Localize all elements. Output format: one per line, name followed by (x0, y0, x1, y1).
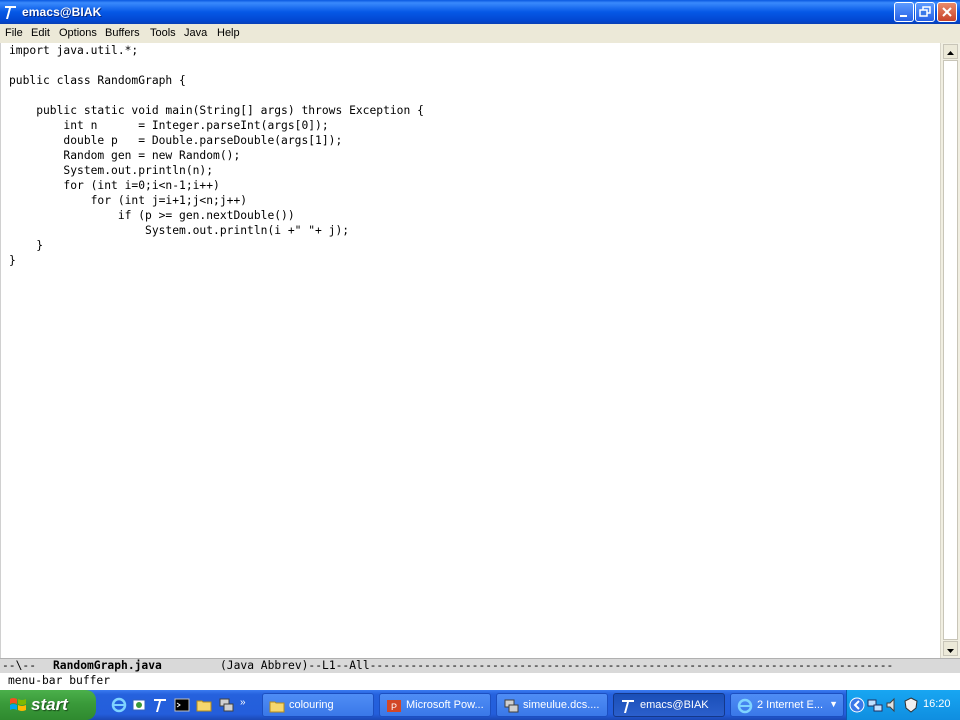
menu-buffers[interactable]: Buffers (105, 26, 140, 40)
svg-text:P: P (391, 702, 397, 712)
folder-launcher-icon[interactable] (196, 697, 212, 713)
start-button[interactable]: start (0, 690, 96, 720)
folder-icon (269, 701, 285, 713)
code-line: if (p >= gen.nextDouble()) (9, 209, 295, 222)
system-tray: 16:20 (846, 690, 960, 720)
putty-icon (504, 699, 519, 713)
security-center-icon[interactable] (903, 697, 919, 713)
arrow-up-icon (947, 51, 954, 55)
task-button-emacs[interactable]: emacs@BIAK (613, 693, 725, 717)
task-label: colouring (289, 699, 334, 711)
minimize-button[interactable] (894, 2, 914, 22)
code-line: System.out.println(n); (9, 164, 214, 177)
internet-explorer-icon[interactable] (111, 697, 127, 713)
code-line: for (int i=0;i<n-1;i++) (9, 179, 220, 192)
close-icon (942, 7, 952, 17)
code-line: Random gen = new Random(); (9, 149, 241, 162)
task-label: emacs@BIAK (640, 699, 709, 711)
clock[interactable]: 16:20 (923, 698, 951, 710)
start-label: start (31, 695, 68, 714)
network-icon[interactable] (867, 697, 883, 713)
volume-icon[interactable] (885, 697, 901, 713)
close-button[interactable] (937, 2, 957, 22)
restore-icon (919, 6, 931, 17)
code-line: double p = Double.parseDouble(args[1]); (9, 134, 343, 147)
code-line: for (int j=i+1;j<n;j++) (9, 194, 248, 207)
code-line: import java.util.*; (9, 44, 139, 57)
menu-java[interactable]: Java (184, 26, 207, 40)
title-bar[interactable]: emacs@BIAK (0, 0, 960, 24)
modeline-mode-info: (Java Abbrev)--L1--All------------------… (220, 659, 894, 672)
task-button-putty[interactable]: simeulue.dcs.... (496, 693, 608, 717)
scroll-down-button[interactable] (943, 641, 958, 656)
maximize-button[interactable] (915, 2, 935, 22)
outlook-express-icon[interactable] (131, 697, 147, 713)
powerpoint-icon: P (387, 700, 401, 712)
putty-launcher-icon[interactable] (218, 697, 234, 713)
code-line: public class RandomGraph { (9, 74, 186, 87)
modeline-buffer-name[interactable]: RandomGraph.java (53, 659, 162, 673)
emacs-icon (5, 6, 16, 19)
code-line: } (9, 239, 44, 252)
menu-options[interactable]: Options (59, 26, 97, 40)
minimize-icon (900, 15, 907, 17)
task-label: simeulue.dcs.... (523, 699, 600, 711)
menu-edit[interactable]: Edit (31, 26, 50, 40)
code-line: } (9, 254, 16, 267)
editor-buffer[interactable]: import java.util.*; public class RandomG… (0, 43, 940, 658)
tray-expand-icon[interactable] (849, 697, 865, 713)
task-button-internet-explorer[interactable]: 2 Internet E... ▼ (730, 693, 844, 717)
menu-help[interactable]: Help (217, 26, 240, 40)
chevron-down-icon: ▼ (829, 699, 838, 709)
emacs-icon (622, 700, 634, 713)
quick-launch-overflow-icon[interactable]: » (240, 697, 256, 713)
task-button-colouring[interactable]: colouring (262, 693, 374, 717)
internet-explorer-icon (737, 698, 753, 714)
task-label: 2 Internet E... (757, 699, 824, 711)
emacs-launcher-icon[interactable] (152, 697, 168, 713)
code-line: System.out.println(i +" "+ j); (9, 224, 350, 237)
code-line: public static void main(String[] args) t… (9, 104, 424, 117)
vertical-scrollbar[interactable] (940, 43, 960, 658)
mode-line: --\-- RandomGraph.java (Java Abbrev)--L1… (0, 658, 960, 673)
code-line: int n = Integer.parseInt(args[0]); (9, 119, 329, 132)
modeline-status: --\-- (2, 659, 50, 672)
command-prompt-icon[interactable] (174, 697, 190, 713)
scroll-up-button[interactable] (943, 44, 958, 59)
windows-logo-icon (10, 698, 26, 711)
task-label: Microsoft Pow... (406, 699, 484, 711)
task-button-powerpoint[interactable]: P Microsoft Pow... (379, 693, 491, 717)
window-title: emacs@BIAK (22, 5, 102, 19)
taskbar: start » colouring P Microsoft Pow... sim… (0, 690, 960, 720)
menu-bar: File Edit Options Buffers Tools Java Hel… (0, 24, 960, 43)
menu-file[interactable]: File (5, 26, 23, 40)
arrow-down-icon (947, 649, 954, 653)
menu-tools[interactable]: Tools (150, 26, 176, 40)
minibuffer[interactable]: menu-bar buffer (0, 673, 960, 690)
scrollbar-thumb[interactable] (943, 60, 958, 640)
